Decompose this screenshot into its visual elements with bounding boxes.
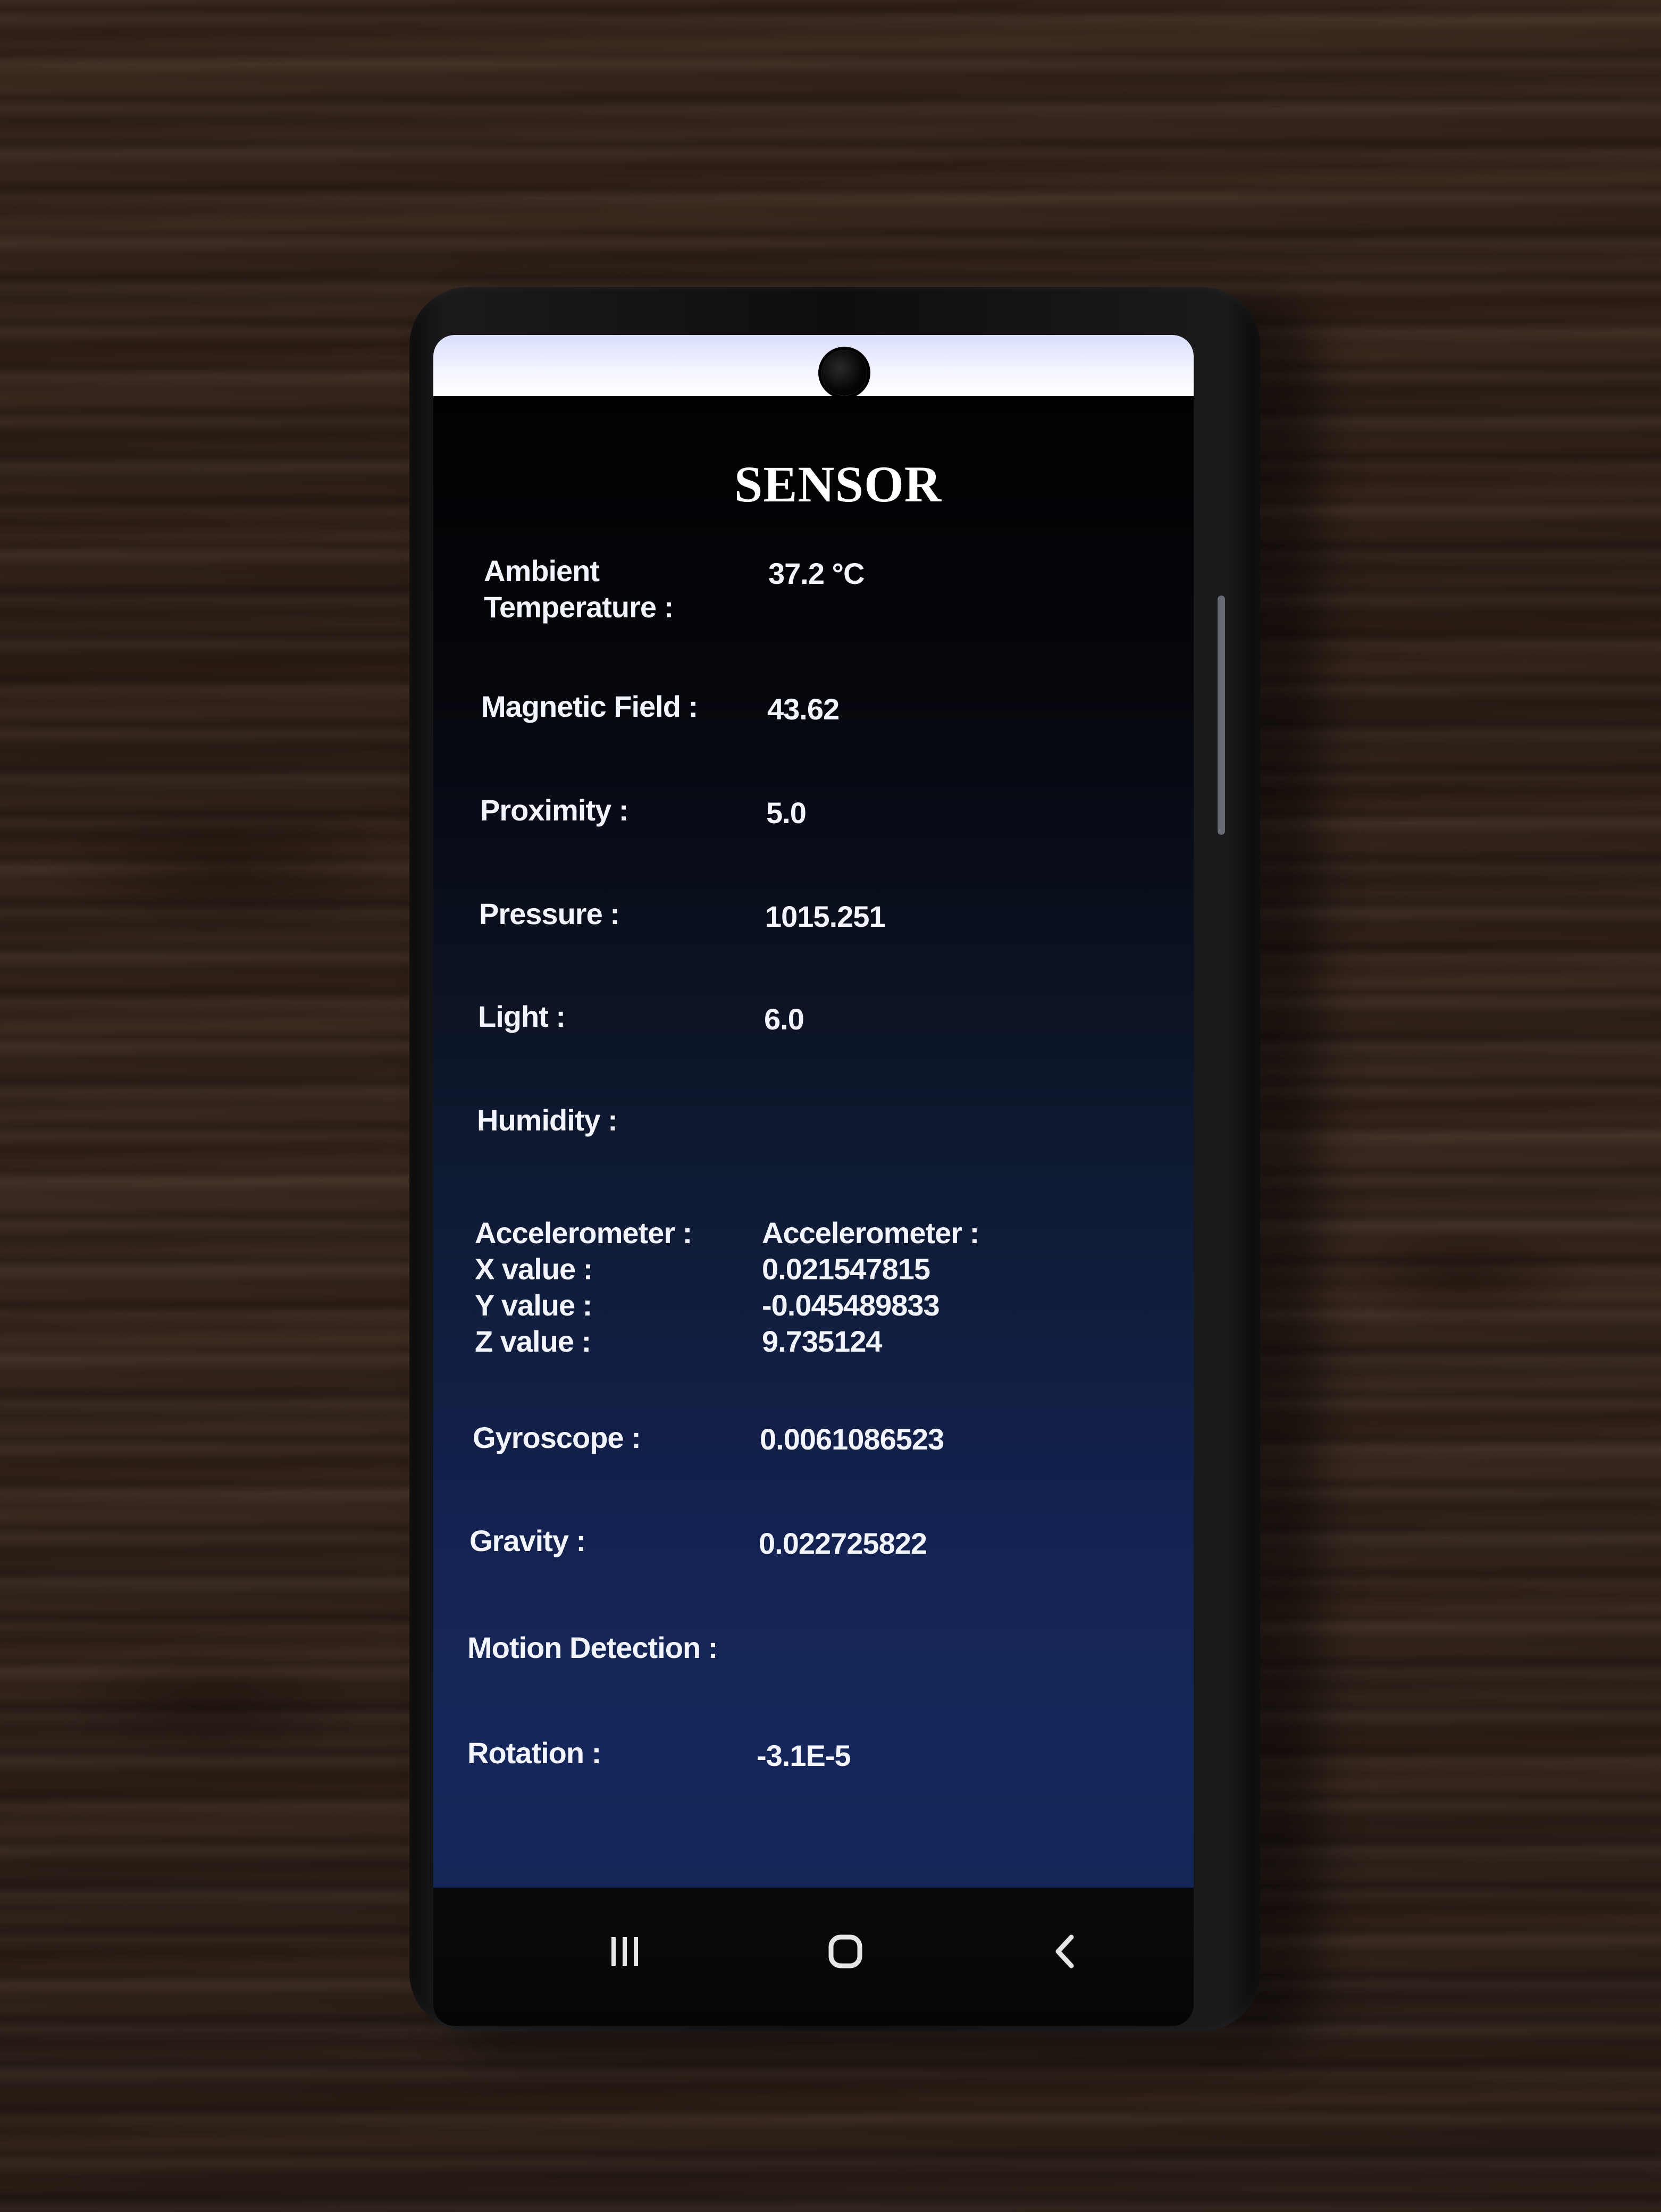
sensor-label-proximity: Proximity : — [480, 793, 628, 827]
sensor-value-gravity: 0.022725822 — [759, 1527, 927, 1560]
sensor-label-pressure: Pressure : — [479, 897, 620, 931]
app-title: SENSOR — [734, 456, 942, 513]
sensor-label-ambient-temperature: Ambient Temperature : — [484, 554, 674, 624]
sensor-value-accelerometer: Accelerometer : 0.021547815 -0.045489833… — [762, 1216, 979, 1358]
sensor-label-light: Light : — [478, 1000, 566, 1033]
home-button[interactable] — [813, 1920, 877, 1983]
sensor-value-gyroscope: 0.0061086523 — [760, 1422, 944, 1456]
status-bar — [433, 335, 1194, 396]
sensor-value-ambient-temperature: 37.2 °C — [768, 557, 865, 590]
sensor-label-gravity: Gravity : — [469, 1524, 586, 1557]
sensor-value-proximity: 5.0 — [766, 796, 807, 830]
sensor-label-motion-detection: Motion Detection : — [467, 1631, 718, 1664]
sensor-label-rotation: Rotation : — [467, 1736, 601, 1770]
front-camera — [821, 350, 867, 396]
wood-knot — [43, 798, 415, 936]
sensor-value-light: 6.0 — [764, 1002, 804, 1036]
recents-icon — [611, 1937, 638, 1966]
sensor-label-humidity: Humidity : — [477, 1103, 618, 1137]
back-icon — [1055, 1934, 1074, 1968]
wood-knot — [53, 1648, 372, 1765]
sensor-label-accelerometer: Accelerometer : X value : Y value : Z va… — [475, 1216, 692, 1358]
wood-knot — [1329, 1223, 1595, 1329]
sensor-label-magnetic-field: Magnetic Field : — [481, 690, 698, 723]
navigation-bar — [433, 1888, 1194, 2026]
sensor-value-magnetic-field: 43.62 — [767, 692, 840, 726]
sensor-value-rotation: -3.1E-5 — [757, 1739, 851, 1772]
scrollbar[interactable] — [1218, 596, 1225, 835]
back-button[interactable] — [1034, 1920, 1098, 1983]
sensor-label-gyroscope: Gyroscope : — [473, 1421, 641, 1454]
sensor-value-pressure: 1015.251 — [765, 900, 886, 933]
home-icon — [828, 1934, 862, 1968]
recents-button[interactable] — [593, 1920, 657, 1983]
